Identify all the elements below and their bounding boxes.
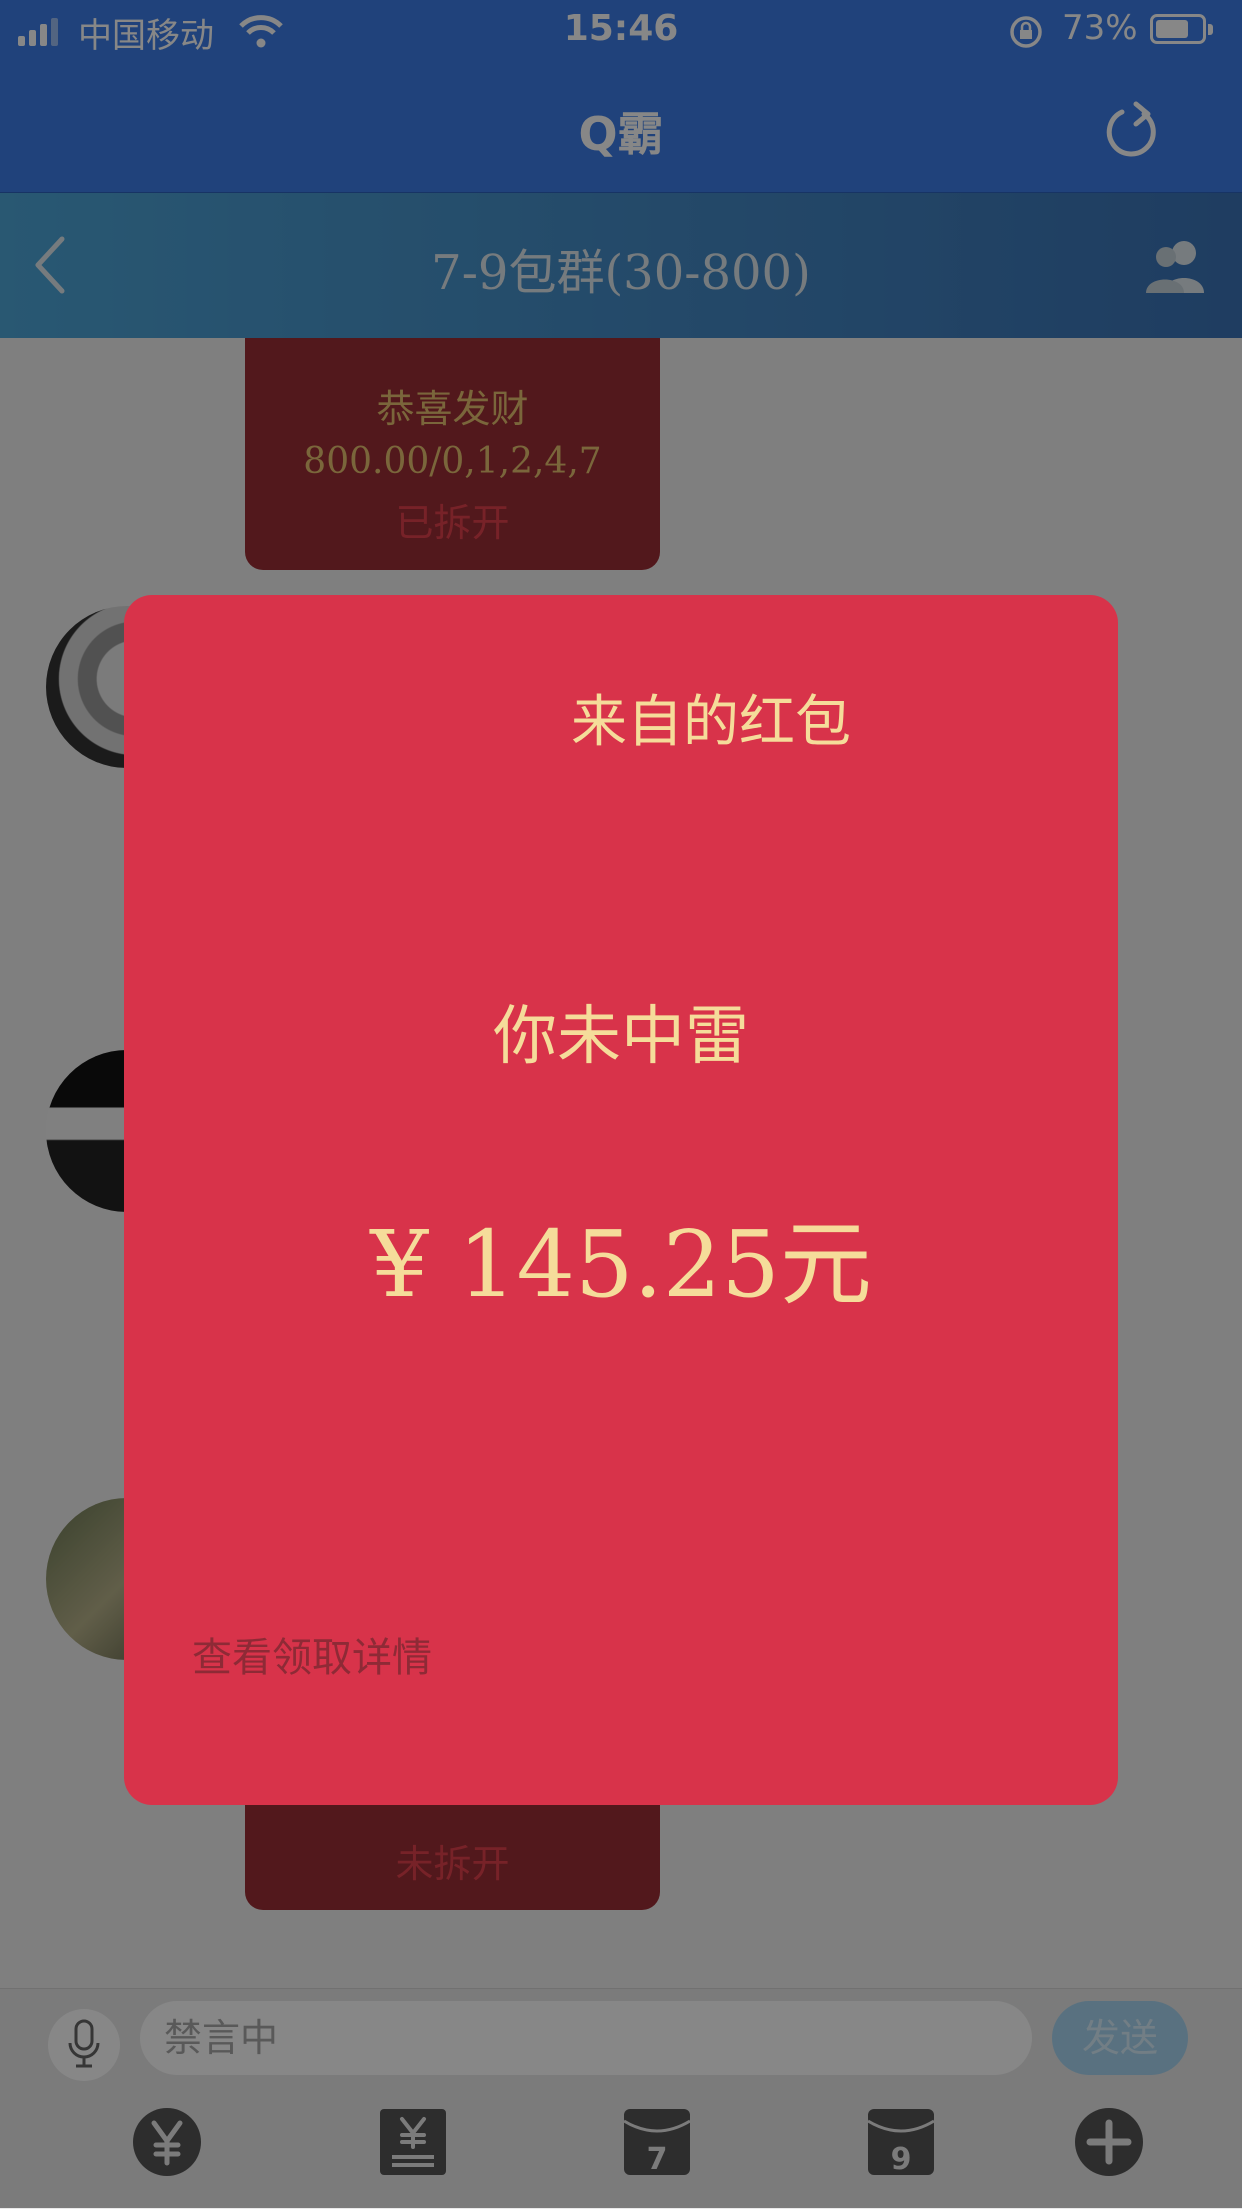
packet-from-label: 来自的红包 bbox=[571, 690, 851, 755]
packet-amount: ¥ 145.25元 bbox=[370, 1211, 872, 1318]
red-packet-dialog: 来自的红包 你未中雷 ¥ 145.25元 查看领取详情 bbox=[124, 595, 1118, 1805]
view-claim-details-link[interactable]: 查看领取详情 bbox=[192, 1625, 432, 1683]
packet-result-label: 你未中雷 bbox=[493, 1000, 749, 1074]
